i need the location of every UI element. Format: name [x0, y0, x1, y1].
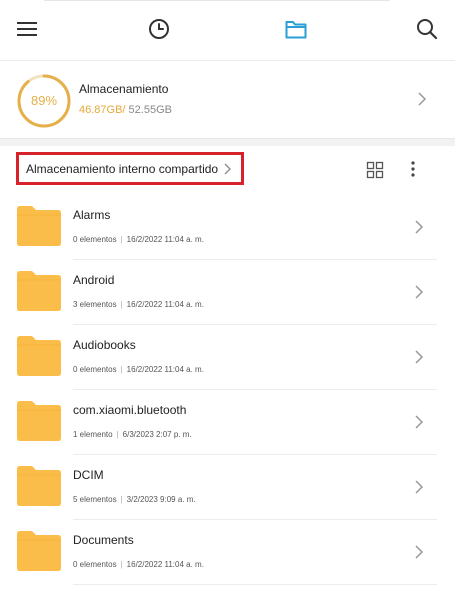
chevron-right-icon	[415, 415, 424, 429]
folder-meta: 1 elemento | 6/3/2023 2:07 p. m.	[73, 430, 192, 439]
storage-sizes: 46.87GB/ 52.55GB	[79, 104, 172, 116]
folder-item-count: 3 elementos	[73, 300, 117, 309]
meta-separator: |	[120, 365, 123, 374]
folder-icon[interactable]	[281, 14, 311, 44]
clock-icon[interactable]	[144, 14, 174, 44]
top-toolbar	[0, 0, 455, 60]
folder-list: Alarms 0 elementos | 16/2/2022 11:04 a. m.…	[0, 195, 455, 585]
meta-separator: |	[120, 235, 123, 244]
folder-item-count: 0 elementos	[73, 365, 117, 374]
folder-meta: 0 elementos | 16/2/2022 11:04 a. m.	[73, 560, 204, 569]
breadcrumb[interactable]: Almacenamiento interno compartido	[16, 152, 244, 185]
folder-row[interactable]: DCIM 5 elementos | 3/2/2023 9:09 a. m.	[0, 455, 455, 520]
folder-date: 6/3/2023 2:07 p. m.	[122, 430, 192, 439]
folder-name: com.xiaomi.bluetooth	[73, 403, 187, 417]
folder-icon	[17, 401, 61, 441]
folder-name: Alarms	[73, 208, 111, 222]
folder-name: DCIM	[73, 468, 104, 482]
storage-used: 46.87GB	[79, 104, 123, 116]
storage-title: Almacenamiento	[79, 82, 169, 96]
chevron-right-icon	[418, 92, 427, 106]
chevron-right-icon	[415, 480, 424, 494]
row-divider	[73, 584, 437, 585]
menu-icon[interactable]	[12, 14, 42, 44]
folder-date: 16/2/2022 11:04 a. m.	[126, 235, 204, 244]
folder-item-count: 1 elemento	[73, 430, 113, 439]
chevron-right-icon	[415, 545, 424, 559]
folder-icon	[17, 271, 61, 311]
folder-meta: 3 elementos | 16/2/2022 11:04 a. m.	[73, 300, 204, 309]
chevron-right-icon	[224, 163, 232, 174]
storage-summary[interactable]: 89% Almacenamiento 46.87GB/ 52.55GB	[0, 60, 455, 138]
folder-row[interactable]: Documents 0 elementos | 16/2/2022 11:04 a.…	[0, 520, 455, 585]
breadcrumb-label: Almacenamiento interno compartido	[26, 161, 219, 176]
meta-separator: |	[120, 300, 123, 309]
folder-icon	[17, 336, 61, 376]
folder-name: Audiobooks	[73, 338, 136, 352]
folder-row[interactable]: com.xiaomi.bluetooth 1 elemento | 6/3/2023…	[0, 390, 455, 455]
grid-view-icon[interactable]	[366, 161, 384, 179]
folder-row[interactable]: Audiobooks 0 elementos | 16/2/2022 11:04 a…	[0, 325, 455, 390]
folder-row[interactable]: Alarms 0 elementos | 16/2/2022 11:04 a. m.	[0, 195, 455, 260]
folder-meta: 0 elementos | 16/2/2022 11:04 a. m.	[73, 365, 204, 374]
folder-date: 16/2/2022 11:04 a. m.	[126, 560, 204, 569]
chevron-right-icon	[415, 220, 424, 234]
storage-percent: 89%	[30, 93, 58, 108]
folder-icon	[17, 466, 61, 506]
section-band	[0, 138, 455, 146]
chevron-right-icon	[415, 285, 424, 299]
storage-total: 52.55GB	[125, 104, 172, 116]
folder-meta: 0 elementos | 16/2/2022 11:04 a. m.	[73, 235, 204, 244]
meta-separator: |	[120, 495, 123, 504]
folder-item-count: 5 elementos	[73, 495, 117, 504]
folder-date: 16/2/2022 11:04 a. m.	[126, 300, 204, 309]
folder-item-count: 0 elementos	[73, 235, 117, 244]
folder-name: Documents	[73, 533, 134, 547]
folder-item-count: 0 elementos	[73, 560, 117, 569]
meta-separator: |	[116, 430, 119, 439]
folder-icon	[17, 206, 61, 246]
more-options-icon[interactable]	[405, 158, 421, 180]
folder-date: 16/2/2022 11:04 a. m.	[126, 365, 204, 374]
chevron-right-icon	[415, 350, 424, 364]
search-icon[interactable]	[412, 14, 442, 44]
folder-name: Android	[73, 273, 115, 287]
meta-separator: |	[120, 560, 123, 569]
folder-date: 3/2/2023 9:09 a. m.	[126, 495, 196, 504]
folder-meta: 5 elementos | 3/2/2023 9:09 a. m.	[73, 495, 196, 504]
folder-row[interactable]: Android 3 elementos | 16/2/2022 11:04 a. m…	[0, 260, 455, 325]
folder-icon	[17, 531, 61, 571]
